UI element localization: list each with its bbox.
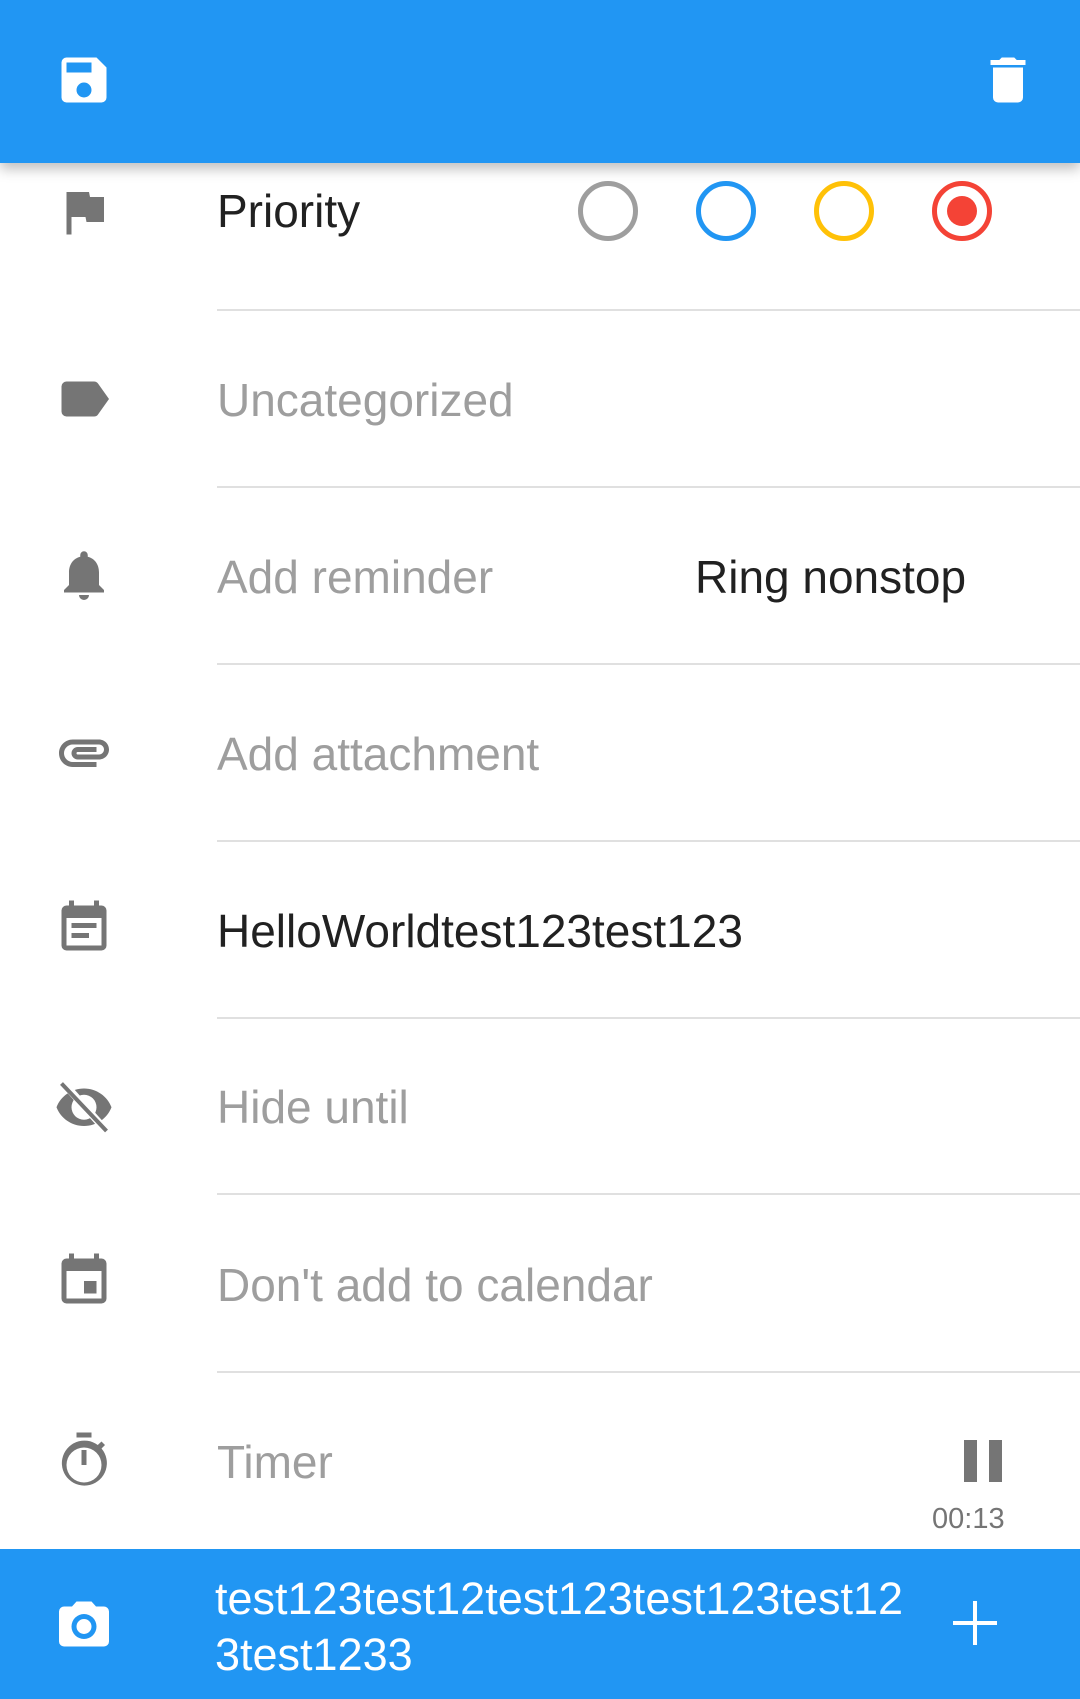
camera-icon[interactable] [54,1594,114,1654]
delete-icon[interactable] [978,50,1038,110]
divider [217,1193,1080,1195]
calendar-icon [61,1253,107,1304]
paperclip-icon [59,739,109,767]
category-row[interactable]: Uncategorized [0,311,1080,488]
reminder-row[interactable]: Add reminder Ring nonstop [0,488,1080,665]
calendar-label: Don't add to calendar [217,1259,653,1311]
hide-until-label: Hide until [217,1081,409,1133]
timer-label: Timer [217,1436,333,1488]
pause-icon[interactable] [964,1440,1002,1482]
timer-elapsed: 00:13 [932,1503,1005,1535]
label-icon [61,381,109,417]
stopwatch-icon [61,1432,107,1486]
flag-icon [66,192,104,235]
bell-icon [64,551,104,600]
description-row[interactable]: HelloWorldtest123test123 [0,842,1080,1019]
category-label: Uncategorized [217,374,514,426]
description-value[interactable]: HelloWorldtest123test123 [217,904,743,958]
priority-none-radio[interactable] [578,181,638,241]
calendar-row[interactable]: Don't add to calendar [0,1196,1080,1373]
add-reminder-label[interactable]: Add reminder [217,550,493,604]
save-icon[interactable] [54,50,114,110]
add-attachment-label: Add attachment [217,728,540,780]
timer-row[interactable]: Timer 00:13 [0,1373,1080,1550]
eye-off-icon [56,1080,112,1134]
priority-low-radio[interactable] [696,181,756,241]
toolbar [0,0,1080,163]
priority-high-radio[interactable] [932,181,992,241]
comment-bar: test123test12test123test123test123test12… [0,1549,1080,1699]
attachment-row[interactable]: Add attachment [0,665,1080,842]
add-comment-icon[interactable] [953,1601,997,1645]
priority-label: Priority [217,185,361,237]
comment-input[interactable]: test123test12test123test123test123test12… [215,1571,915,1683]
notes-icon [61,900,107,951]
priority-medium-radio[interactable] [814,181,874,241]
hide-until-row[interactable]: Hide until [0,1018,1080,1195]
reminder-mode[interactable]: Ring nonstop [695,550,966,604]
